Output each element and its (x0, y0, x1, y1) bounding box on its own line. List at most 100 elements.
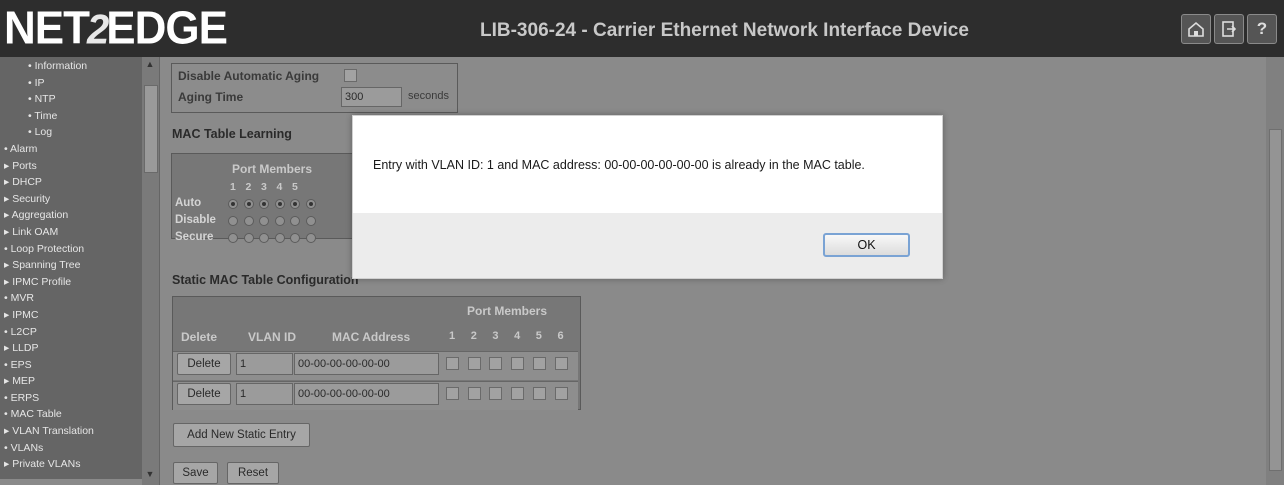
learning-port-members-header: Port Members (232, 162, 313, 176)
sidebar-item[interactable]: ▸ Ports (0, 158, 142, 175)
mac-address-input[interactable]: 00-00-00-00-00-00 (294, 353, 439, 375)
static-section-title: Static MAC Table Configuration (172, 273, 359, 287)
sidebar-item[interactable]: ▸ IPMC Profile (0, 274, 142, 291)
save-button[interactable]: Save (173, 462, 218, 484)
sidebar-item[interactable]: • VLANs (0, 440, 142, 457)
device-title: LIB-306-24 - Carrier Ethernet Network In… (480, 20, 969, 41)
alert-message: Entry with VLAN ID: 1 and MAC address: 0… (373, 158, 865, 172)
learning-port-header: 1 (230, 181, 236, 193)
sidebar-item[interactable]: ▸ Spanning Tree (0, 257, 142, 274)
learning-radio[interactable] (274, 233, 285, 243)
port-member-checkbox[interactable] (467, 357, 481, 370)
sidebar-item[interactable]: • EPS (0, 357, 142, 374)
sidebar-item[interactable]: ▸ VLAN Translation (0, 423, 142, 440)
learning-radio[interactable] (228, 216, 238, 226)
delete-entry-button[interactable]: Delete (177, 353, 231, 375)
sidebar-item[interactable]: ▸ Aggregation (0, 207, 142, 224)
learning-radio[interactable] (243, 216, 254, 226)
port-member-checkbox[interactable] (532, 357, 546, 370)
sidebar-item[interactable]: • ERPS (0, 390, 142, 407)
learning-radio[interactable] (228, 199, 238, 209)
static-port-header: 4 (514, 330, 521, 342)
port-member-checkbox[interactable] (489, 387, 503, 400)
learning-radio[interactable] (305, 233, 316, 243)
scroll-up-arrow-icon[interactable]: ▲ (145, 59, 155, 69)
port-member-checkbox[interactable] (446, 357, 459, 370)
learning-radio[interactable] (290, 216, 300, 226)
learning-radio[interactable] (274, 199, 285, 209)
scroll-down-arrow-icon[interactable]: ▼ (145, 469, 155, 479)
learning-port-header: 4 (276, 181, 283, 193)
learning-section-title: MAC Table Learning (172, 127, 292, 141)
alert-dialog: Entry with VLAN ID: 1 and MAC address: 0… (352, 115, 943, 279)
sidebar-horizontal-scrollbar[interactable] (0, 479, 142, 485)
port-member-checkbox[interactable] (511, 357, 525, 370)
learning-radio[interactable] (243, 233, 254, 243)
port-member-checkbox[interactable] (446, 387, 459, 400)
sidebar-item[interactable]: • L2CP (0, 324, 142, 341)
mac-address-input[interactable]: 00-00-00-00-00-00 (294, 383, 439, 405)
static-port-members-header: Port Members (467, 304, 548, 318)
aging-unit: seconds (408, 90, 449, 102)
sidebar-item[interactable]: ▸ Private VLANs (0, 456, 142, 473)
aging-time-input[interactable]: 300 (341, 87, 402, 107)
aging-time-label: Aging Time (178, 90, 244, 104)
vlan-id-input[interactable]: 1 (236, 353, 293, 375)
port-member-checkbox[interactable] (511, 387, 525, 400)
learning-radio[interactable] (290, 233, 300, 243)
learning-radio[interactable] (305, 216, 316, 226)
sidebar-item[interactable]: • Time (0, 108, 142, 125)
port-member-checkbox[interactable] (554, 387, 568, 400)
learning-radio[interactable] (243, 199, 254, 209)
ok-button[interactable]: OK (823, 233, 910, 257)
learning-port-header: 3 (261, 181, 267, 193)
net2edge-logo: NET2EDGE (4, 2, 228, 55)
delete-entry-button[interactable]: Delete (177, 383, 231, 405)
learning-radio[interactable] (228, 233, 238, 243)
sidebar-item[interactable]: ▸ MEP (0, 373, 142, 390)
sidebar-item[interactable]: ▸ IPMC (0, 307, 142, 324)
sidebar-item[interactable]: ▸ DHCP (0, 174, 142, 191)
static-port-header: 3 (492, 330, 499, 342)
sidebar-item[interactable]: • NTP (0, 91, 142, 108)
sidebar-item[interactable]: • Information (0, 58, 142, 75)
port-member-checkbox[interactable] (467, 387, 481, 400)
top-banner: NET2EDGE LIB-306-24 - Carrier Ethernet N… (0, 0, 1284, 58)
learning-radio[interactable] (274, 216, 285, 226)
vlan-id-input[interactable]: 1 (236, 383, 293, 405)
col-mac-address: MAC Address (332, 330, 411, 344)
sidebar-item[interactable]: • Alarm (0, 141, 142, 158)
learning-radio[interactable] (259, 216, 269, 226)
add-static-entry-button[interactable]: Add New Static Entry (173, 423, 310, 447)
sidebar-item[interactable]: ▸ LLDP (0, 340, 142, 357)
learning-radio[interactable] (290, 199, 300, 209)
port-member-checkbox[interactable] (532, 387, 546, 400)
help-icon[interactable]: ? (1247, 14, 1277, 44)
learning-radio[interactable] (305, 199, 316, 209)
sidebar-scroll-thumb[interactable] (144, 85, 158, 173)
sidebar-item[interactable]: • Log (0, 124, 142, 141)
sidebar-item[interactable]: ▸ Security (0, 191, 142, 208)
nav-menu: • Information • IP • NTP • Time • Log • Alarm… (0, 58, 142, 473)
sidebar-scrollbar[interactable]: ▲ ▼ (142, 57, 159, 485)
reset-button[interactable]: Reset (227, 462, 279, 484)
port-member-checkbox[interactable] (489, 357, 503, 370)
learning-port-header: 5 (292, 181, 298, 193)
learning-row-label: Disable (175, 214, 216, 226)
learning-row-label: Auto (175, 197, 202, 209)
logout-icon[interactable] (1214, 14, 1244, 44)
learning-radio[interactable] (259, 199, 269, 209)
home-icon[interactable] (1181, 14, 1211, 44)
page-scroll-thumb[interactable] (1269, 129, 1282, 471)
sidebar-item[interactable]: • IP (0, 75, 142, 92)
sidebar-item[interactable]: • Loop Protection (0, 241, 142, 258)
port-member-checkbox[interactable] (554, 357, 568, 370)
learning-radio[interactable] (259, 233, 269, 243)
sidebar-item[interactable]: • MAC Table (0, 406, 142, 423)
sidebar-item[interactable]: ▸ Link OAM (0, 224, 142, 241)
page-scrollbar[interactable] (1266, 57, 1284, 485)
sidebar-item[interactable]: • MVR (0, 290, 142, 307)
static-port-header: 5 (535, 330, 542, 342)
disable-aging-checkbox[interactable] (344, 69, 357, 82)
disable-aging-label: Disable Automatic Aging (178, 69, 320, 83)
